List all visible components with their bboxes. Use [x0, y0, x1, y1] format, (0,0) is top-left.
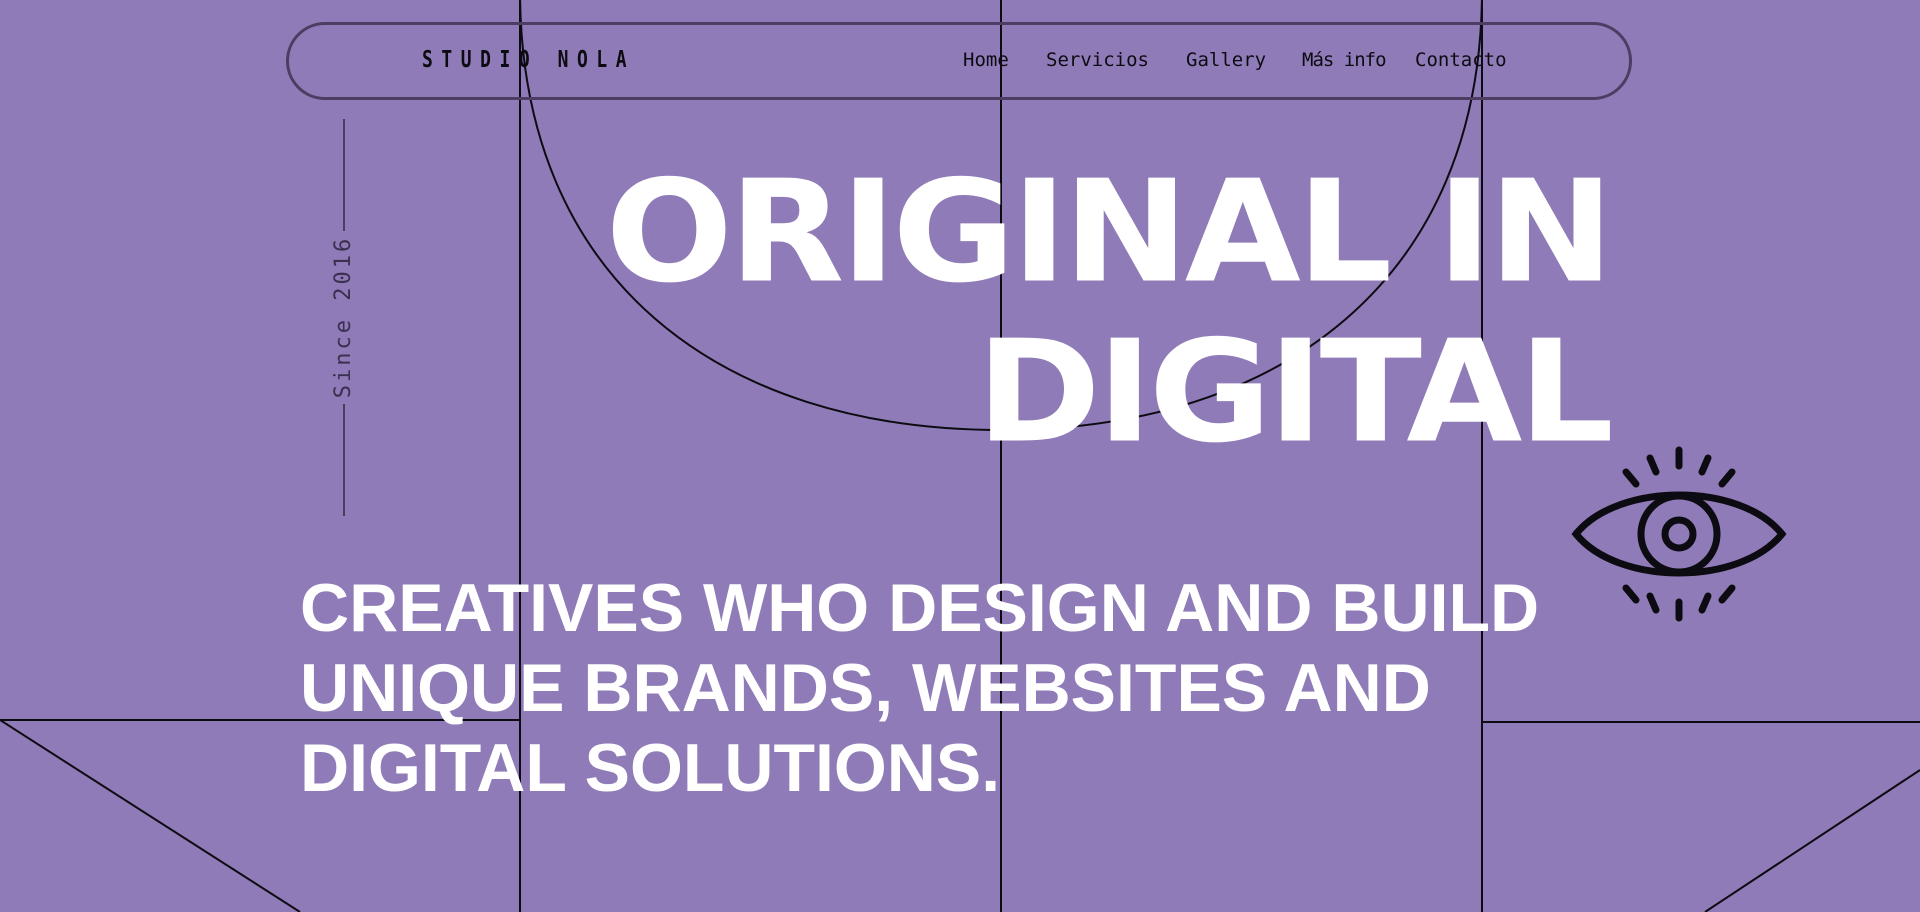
bg-diagonal-left [0, 719, 301, 912]
page: STUDIO NOLA Home Servicios Gallery Más i… [0, 0, 1920, 912]
hero-tagline: CREATIVES WHO DESIGN AND BUILD UNIQUE BR… [300, 570, 1540, 806]
nav-link-home[interactable]: Home [963, 51, 1009, 70]
hero-headline-line1: ORIGINAL IN [605, 150, 1614, 315]
navbar: STUDIO NOLA Home Servicios Gallery Más i… [286, 22, 1632, 100]
nav-link-gallery[interactable]: Gallery [1186, 51, 1266, 70]
nav-link-contacto[interactable]: Contacto [1415, 51, 1507, 70]
nav-link-mas-info[interactable]: Más info [1302, 51, 1387, 70]
bg-diagonal-right [1704, 769, 1920, 912]
since-divider-bottom [343, 404, 345, 516]
since-label: Since 2016 [331, 235, 356, 399]
brand-logo[interactable]: STUDIO NOLA [422, 49, 635, 72]
hero-headline-line2: DIGITAL [976, 310, 1614, 475]
since-divider-top [343, 119, 345, 231]
eye-icon [1571, 446, 1787, 622]
nav-link-servicios[interactable]: Servicios [1046, 51, 1149, 70]
